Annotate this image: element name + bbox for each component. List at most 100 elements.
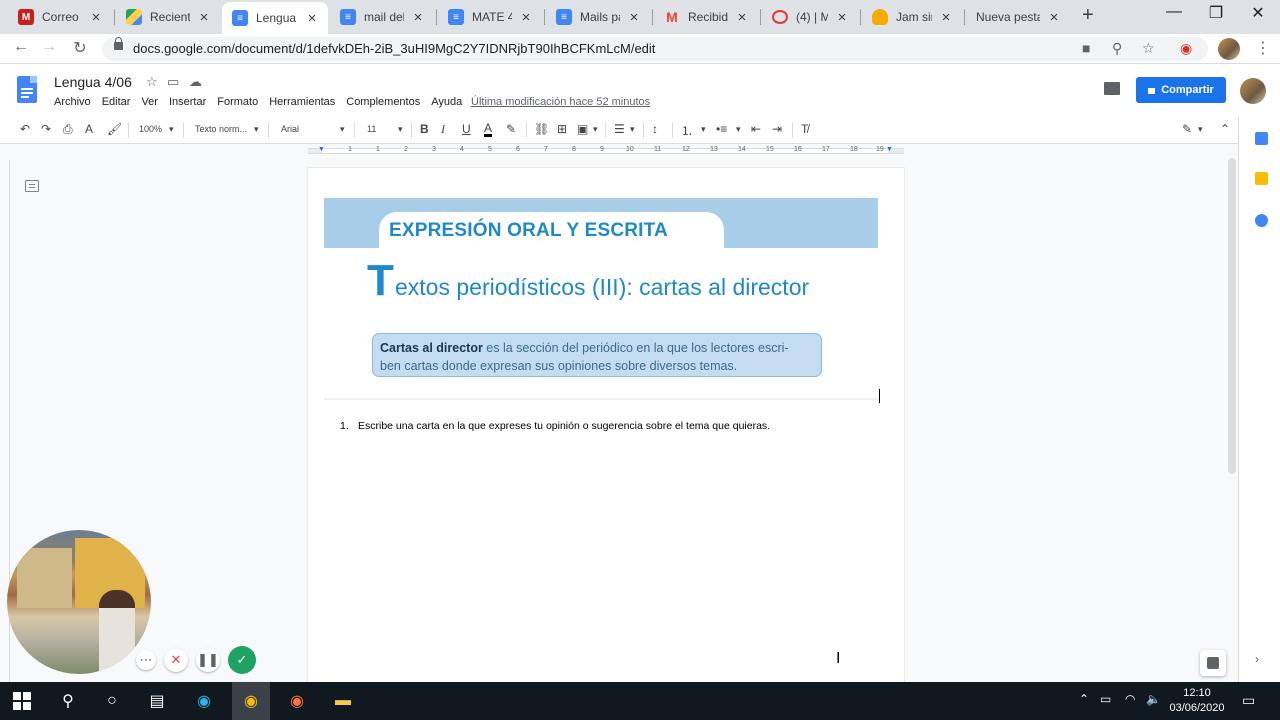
search-icon[interactable]: ⚲ <box>57 690 79 712</box>
tray-expand-icon[interactable]: ⌃ <box>1079 692 1089 706</box>
chevron-right-icon[interactable]: › <box>1255 652 1259 666</box>
file-explorer-icon[interactable]: ▬ <box>332 690 354 712</box>
forward-button[interactable]: → <box>38 38 60 56</box>
share-button[interactable]: Compartir <box>1136 77 1226 103</box>
highlight-icon[interactable]: ✎ <box>506 122 516 136</box>
document-scrollbar[interactable] <box>1228 158 1236 474</box>
extension-icon[interactable]: ◉ <box>1180 40 1192 57</box>
tab-mail-del[interactable]: ≡ mail del × <box>330 4 434 30</box>
tab-recibidos[interactable]: M Recibido × <box>654 4 758 30</box>
tab-reciente[interactable]: Reciente × <box>116 4 220 30</box>
menu-editar[interactable]: Editar <box>102 96 131 108</box>
font-size-select[interactable]: 11 <box>367 124 376 134</box>
close-icon[interactable]: × <box>304 10 320 27</box>
print-icon[interactable]: ⎙ <box>63 122 73 137</box>
decrease-indent-icon[interactable]: ⇤ <box>751 122 761 136</box>
url-text[interactable]: docs.google.com/document/d/1defvkDEh-2iB… <box>133 41 655 56</box>
close-icon[interactable]: × <box>88 9 104 26</box>
tasks-icon[interactable] <box>1255 214 1268 227</box>
docs-logo-icon[interactable] <box>17 76 37 103</box>
undo-icon[interactable]: ↶ <box>20 122 30 136</box>
close-window-button[interactable]: ✕ <box>1238 3 1278 23</box>
bulleted-list-icon[interactable]: •≡ <box>716 122 727 136</box>
numbered-list-icon[interactable]: ⒈ <box>681 122 693 139</box>
menu-formato[interactable]: Formato <box>217 96 258 108</box>
align-left-icon[interactable]: ☰ <box>614 122 625 136</box>
close-icon[interactable]: × <box>834 9 850 26</box>
finish-recording-button[interactable]: ✓ <box>228 646 256 674</box>
cancel-recording-button[interactable]: ✕ <box>164 648 188 672</box>
bold-icon[interactable]: B <box>420 122 429 136</box>
line-spacing-icon[interactable]: ↕ <box>652 122 658 136</box>
increase-indent-icon[interactable]: ⇥ <box>772 122 782 136</box>
star-icon[interactable]: ☆ <box>146 74 158 90</box>
wifi-icon[interactable]: ◠ <box>1125 692 1135 706</box>
folder-icon[interactable]: ▭ <box>167 74 179 90</box>
menu-insertar[interactable]: Insertar <box>169 96 206 108</box>
add-comment-icon[interactable]: ⊞ <box>557 122 567 136</box>
edge-icon[interactable]: ◉ <box>193 690 215 712</box>
keep-icon[interactable] <box>1255 172 1268 185</box>
profile-avatar[interactable] <box>1218 38 1240 60</box>
editing-mode-icon[interactable]: ✎ <box>1182 122 1192 136</box>
new-tab-button[interactable]: + <box>1082 4 1094 27</box>
document-outline-icon[interactable] <box>25 180 39 192</box>
close-icon[interactable]: × <box>518 9 534 26</box>
close-icon[interactable]: × <box>938 9 954 26</box>
menu-icon[interactable]: ⋮ <box>1252 38 1274 58</box>
list-item[interactable]: 1. Escribe una carta en la que expreses t… <box>340 420 770 432</box>
camera-icon[interactable]: ■ <box>1082 40 1090 56</box>
last-modified-link[interactable]: Última modificación hace 52 minutos <box>471 96 650 108</box>
taskbar-clock[interactable]: 12:10 03/06/2020 <box>1168 686 1226 716</box>
font-select[interactable]: Arial <box>281 124 299 134</box>
comment-icon[interactable] <box>1104 82 1120 95</box>
menu-ver[interactable]: Ver <box>141 96 158 108</box>
close-icon[interactable]: × <box>1046 9 1062 26</box>
italic-icon[interactable]: I <box>441 122 445 137</box>
tab-mails-pa[interactable]: ≡ Mails pa × <box>546 4 650 30</box>
zoom-icon[interactable]: ⚲ <box>1112 40 1122 57</box>
restore-button[interactable]: ❐ <box>1196 3 1236 23</box>
windows-start-icon[interactable] <box>13 692 31 710</box>
spellcheck-icon[interactable]: A <box>85 122 93 136</box>
battery-icon[interactable]: ▭ <box>1100 692 1111 706</box>
pause-recording-button[interactable]: ❚❚ <box>196 648 220 672</box>
calendar-icon[interactable] <box>1255 132 1268 145</box>
tab-jam[interactable]: Jam sin t × <box>862 4 962 30</box>
account-avatar[interactable] <box>1240 78 1266 104</box>
menu-ayuda[interactable]: Ayuda <box>431 96 462 108</box>
chrome-icon[interactable]: ◉ <box>232 682 270 720</box>
omnibox[interactable]: docs.google.com/document/d/1defvkDEh-2iB… <box>102 37 1208 61</box>
collapse-menus-icon[interactable]: ⌃ <box>1220 122 1230 136</box>
tab-correo[interactable]: M Correo × <box>8 4 112 30</box>
link-icon[interactable]: ⛓ <box>534 122 549 136</box>
tab-mate[interactable]: ≡ MATE 4/ × <box>438 4 542 30</box>
horizontal-ruler[interactable]: ▼ ▼ 1 1 2 3 4 5 6 7 8 9 10 11 12 13 14 1… <box>308 146 904 156</box>
firefox-icon[interactable]: ◉ <box>286 690 308 712</box>
webcam-overlay[interactable] <box>7 530 151 674</box>
cloud-icon[interactable]: ☁ <box>189 74 202 90</box>
task-view-icon[interactable]: ▤ <box>146 690 168 712</box>
notifications-icon[interactable]: ▭ <box>1242 692 1255 709</box>
menu-herramientas[interactable]: Herramientas <box>269 96 335 108</box>
more-icon[interactable]: ⋯ <box>136 650 156 670</box>
indent-marker-icon[interactable]: ▼ <box>318 146 325 153</box>
volume-icon[interactable]: 🔈 <box>1146 692 1161 706</box>
minimize-button[interactable]: — <box>1154 3 1194 21</box>
explore-button[interactable] <box>1200 650 1226 676</box>
menu-complementos[interactable]: Complementos <box>346 96 420 108</box>
document-title[interactable]: Lengua 4/06 <box>54 74 132 90</box>
underline-icon[interactable]: U <box>462 122 471 136</box>
close-icon[interactable]: × <box>734 9 750 26</box>
zoom-select[interactable]: 100% <box>139 124 162 134</box>
close-icon[interactable]: × <box>410 9 426 26</box>
text-color-icon[interactable]: A <box>484 122 493 137</box>
back-button[interactable]: ← <box>10 38 32 56</box>
tab-nueva[interactable]: Nueva pesta × <box>966 4 1070 30</box>
paint-format-icon[interactable]: 🖌 <box>107 122 122 136</box>
insert-image-icon[interactable]: ▣ <box>577 122 588 136</box>
tab-lengua[interactable]: ≡ Lengua 4 × <box>222 2 328 34</box>
clear-formatting-icon[interactable]: T̸ <box>801 122 808 136</box>
close-icon[interactable]: × <box>196 9 212 26</box>
tab-mat-notif[interactable]: (4) | MAT × <box>762 4 858 30</box>
